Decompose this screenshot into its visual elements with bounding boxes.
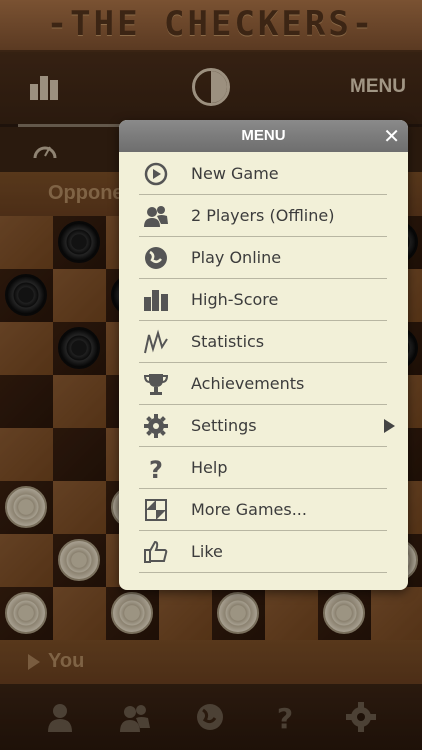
- app-title: -THE CHECKERS-: [46, 4, 376, 44]
- menu-item-label: 2 Players (Offline): [191, 206, 335, 225]
- menu-item-label: Achievements: [191, 374, 305, 393]
- menu-item-label: Play Online: [191, 248, 282, 267]
- title-bar: -THE CHECKERS-: [0, 0, 422, 52]
- gear-icon: [144, 414, 168, 438]
- trophy-icon: [143, 374, 169, 395]
- highscore-icon: [144, 290, 168, 311]
- globe-icon: [145, 247, 167, 269]
- menu-popup: MENU ✕ New Game 2 Players (Offline) Play…: [119, 120, 408, 590]
- menu-item-label: More Games...: [191, 500, 307, 519]
- two-players-icon: [144, 206, 168, 227]
- statistics-icon: [144, 329, 168, 354]
- new-game-icon: [144, 162, 168, 186]
- menu-item-high-score[interactable]: High-Score: [139, 279, 387, 321]
- menu-header: MENU ✕: [119, 120, 408, 152]
- menu-item-label: Like: [191, 542, 223, 561]
- help-icon: ?: [149, 456, 163, 481]
- submenu-arrow-icon: [384, 419, 395, 433]
- menu-item-play-online[interactable]: Play Online: [139, 237, 387, 279]
- menu-item-more-games[interactable]: More Games...: [139, 489, 387, 531]
- menu-item-like[interactable]: Like: [139, 531, 387, 573]
- menu-item-label: Statistics: [191, 332, 265, 351]
- menu-item-statistics[interactable]: Statistics: [139, 321, 387, 363]
- menu-item-label: Help: [191, 458, 228, 477]
- menu-item-help[interactable]: ? Help: [139, 447, 387, 489]
- close-icon[interactable]: ✕: [383, 124, 400, 148]
- thumbs-up-icon: [144, 540, 168, 563]
- menu-item-label: High-Score: [191, 290, 279, 309]
- menu-item-label: Settings: [191, 416, 257, 435]
- menu-title: MENU: [241, 127, 286, 144]
- menu-item-achievements[interactable]: Achievements: [139, 363, 387, 405]
- svg-text:?: ?: [149, 456, 163, 481]
- menu-item-2-players[interactable]: 2 Players (Offline): [139, 195, 387, 237]
- menu-item-label: New Game: [191, 164, 279, 183]
- menu-item-settings[interactable]: Settings: [139, 405, 395, 447]
- menu-item-new-game[interactable]: New Game: [139, 153, 387, 195]
- more-games-icon: [145, 499, 167, 521]
